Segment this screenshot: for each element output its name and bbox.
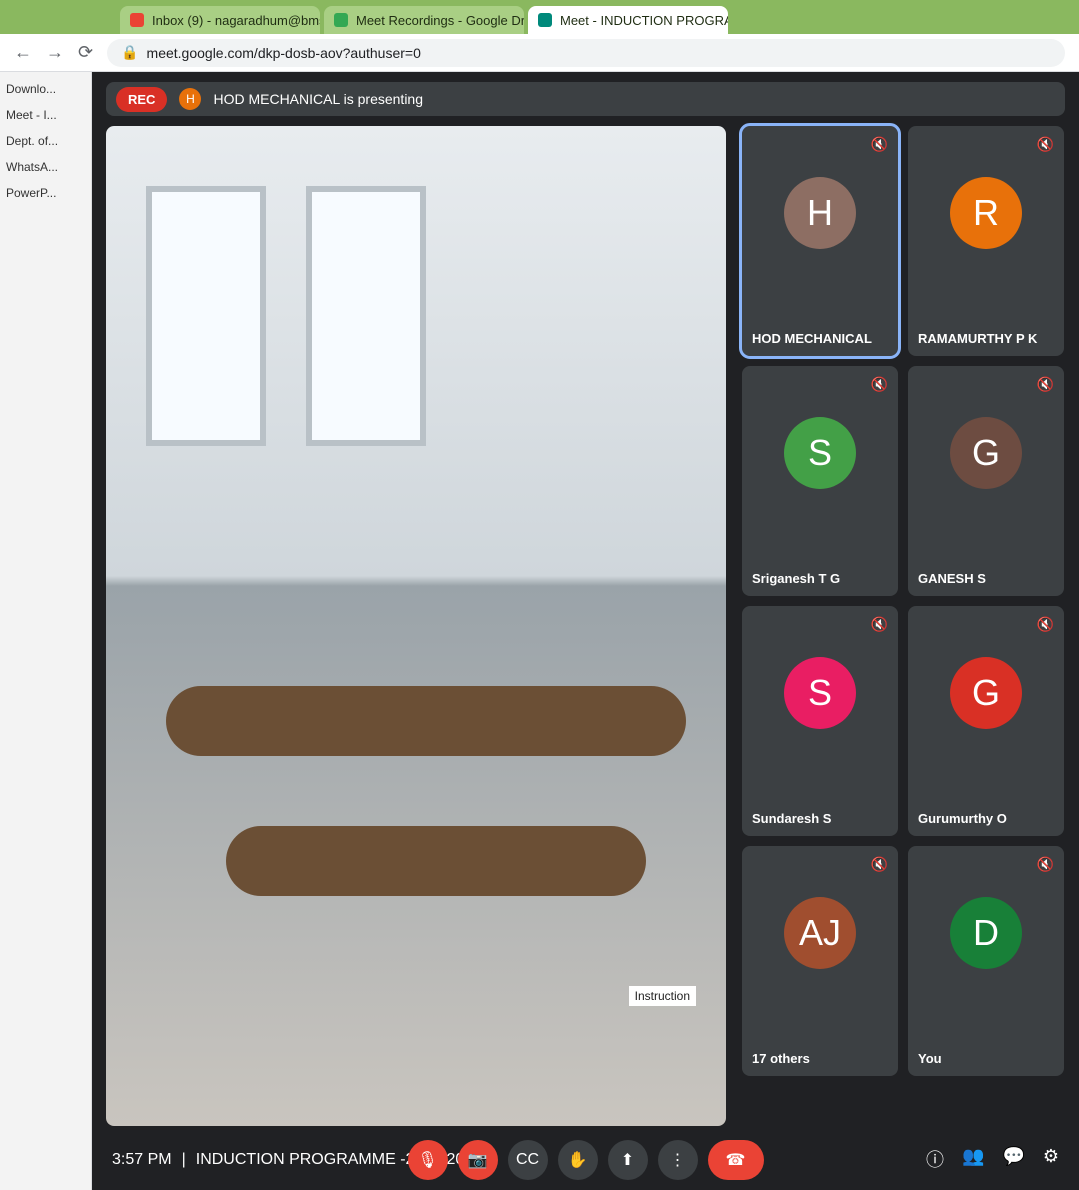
lab-window: [306, 186, 426, 446]
tab-label: Meet Recordings - Google Drive: [356, 12, 524, 28]
mic-muted-icon: 🔇: [1036, 616, 1054, 632]
call-controls: 🎙 📷 CC ✋ ⬆ ⋮ ☎: [407, 1140, 764, 1180]
participant-avatar: G: [950, 657, 1022, 730]
url-field[interactable]: 🔒 meet.google.com/dkp-dosb-aov?authuser=0: [107, 38, 1065, 67]
reload-icon[interactable]: ⟳: [78, 42, 93, 63]
meet-window: Inbox (9) - nagaradhum@bms Meet Recordin…: [0, 0, 1079, 1190]
participant-tile[interactable]: S Sundaresh S 🔇: [742, 606, 898, 836]
participant-name: You: [918, 1051, 942, 1066]
participant-name: 17 others: [752, 1051, 810, 1066]
sidebar-item[interactable]: Downlo...: [6, 82, 85, 96]
mic-muted-icon: 🔇: [870, 136, 888, 152]
sidebar: Downlo... Meet - I... Dept. of... WhatsA…: [0, 72, 92, 1190]
participant-name: HOD MECHANICAL: [752, 331, 872, 346]
lab-window: [146, 186, 266, 446]
participant-name: GANESH S: [918, 571, 986, 586]
lab-desk: [166, 686, 686, 756]
meet-icon: [538, 13, 552, 27]
sidebar-item[interactable]: Dept. of...: [6, 134, 85, 148]
divider: |: [181, 1151, 186, 1168]
participant-tile[interactable]: H HOD MECHANICAL 🔇: [739, 123, 901, 359]
present-icon[interactable]: ⬆: [607, 1140, 648, 1180]
participant-grid: H HOD MECHANICAL 🔇 R RAMAMURTHY P K 🔇 S Srigane…: [739, 123, 1064, 1076]
meet-area: REC H HOD MECHANICAL is presenting Instr…: [92, 72, 1079, 1190]
participant-avatar: D: [950, 897, 1022, 970]
participant-tile[interactable]: R RAMAMURTHY P K 🔇: [908, 126, 1064, 356]
participant-avatar: H: [784, 177, 856, 250]
rec-badge: REC: [116, 86, 168, 112]
presenting-text: HOD MECHANICAL is presenting: [213, 91, 423, 107]
sidebar-item[interactable]: Meet - I...: [6, 108, 85, 122]
mic-muted-icon: 🔇: [1036, 376, 1054, 392]
people-icon[interactable]: 👥: [962, 1146, 984, 1172]
mic-muted-icon: 🔇: [870, 376, 888, 392]
captions-icon[interactable]: CC: [507, 1140, 548, 1180]
address-bar: ← → ⟳ 🔒 meet.google.com/dkp-dosb-aov?auth…: [0, 34, 1079, 72]
room-label: Instruction: [628, 986, 696, 1006]
participant-tile[interactable]: D You 🔇: [908, 846, 1064, 1076]
meeting-tools: ⓘ 👥 💬 ⚙: [926, 1146, 1059, 1172]
participant-tile[interactable]: G Gurumurthy O 🔇: [908, 606, 1064, 836]
participant-tile[interactable]: AJ 17 others 🔇: [742, 846, 898, 1076]
tab-meet[interactable]: Meet - INDUCTION PROGRA: [528, 6, 728, 34]
chat-icon[interactable]: 💬: [1002, 1146, 1024, 1172]
participant-name: Gurumurthy O: [918, 811, 1007, 826]
gmail-icon: [130, 13, 144, 27]
shared-screen: Instruction: [106, 126, 726, 1126]
tab-drive[interactable]: Meet Recordings - Google Drive: [324, 6, 524, 34]
tab-inbox[interactable]: Inbox (9) - nagaradhum@bms: [120, 6, 320, 34]
mic-muted-icon: 🔇: [870, 616, 888, 632]
mic-off-icon[interactable]: 🎙: [407, 1140, 448, 1180]
back-icon[interactable]: ←: [14, 42, 32, 63]
raise-hand-icon[interactable]: ✋: [557, 1140, 598, 1180]
lab-photo: Instruction: [106, 126, 726, 1126]
drive-icon: [334, 13, 348, 27]
participant-avatar: S: [784, 657, 856, 730]
participant-avatar: G: [950, 417, 1022, 490]
leave-call-icon[interactable]: ☎: [707, 1140, 764, 1180]
tab-bar: Inbox (9) - nagaradhum@bms Meet Recordin…: [0, 0, 1079, 34]
tab-label: Inbox (9) - nagaradhum@bms: [152, 12, 320, 28]
lock-icon: 🔒: [121, 44, 139, 60]
presenting-strip: REC H HOD MECHANICAL is presenting: [106, 82, 1065, 116]
camera-off-icon[interactable]: 📷: [457, 1140, 498, 1180]
participant-avatar: R: [950, 177, 1022, 250]
sidebar-item[interactable]: PowerP...: [6, 186, 85, 200]
participant-tile[interactable]: G GANESH S 🔇: [908, 366, 1064, 596]
participant-tile[interactable]: S Sriganesh T G 🔇: [742, 366, 898, 596]
presenter-avatar: H: [179, 88, 202, 110]
participant-name: Sriganesh T G: [752, 571, 841, 586]
mic-muted-icon: 🔇: [870, 856, 888, 872]
participant-avatar: S: [784, 417, 856, 490]
info-icon[interactable]: ⓘ: [926, 1146, 944, 1172]
participant-avatar: AJ: [784, 897, 856, 970]
more-options-icon[interactable]: ⋮: [657, 1140, 698, 1180]
lab-desk: [226, 826, 646, 896]
meeting-time: 3:57 PM: [112, 1151, 172, 1168]
url-text: meet.google.com/dkp-dosb-aov?authuser=0: [146, 44, 421, 61]
activities-icon[interactable]: ⚙: [1043, 1146, 1059, 1172]
sidebar-item[interactable]: WhatsA...: [6, 160, 85, 174]
participant-name: Sundaresh S: [752, 811, 832, 826]
mic-muted-icon: 🔇: [1036, 136, 1054, 152]
participant-name: RAMAMURTHY P K: [918, 331, 1038, 346]
forward-icon[interactable]: →: [46, 42, 64, 63]
mic-muted-icon: 🔇: [1036, 856, 1054, 872]
tab-label: Meet - INDUCTION PROGRA: [560, 12, 728, 28]
